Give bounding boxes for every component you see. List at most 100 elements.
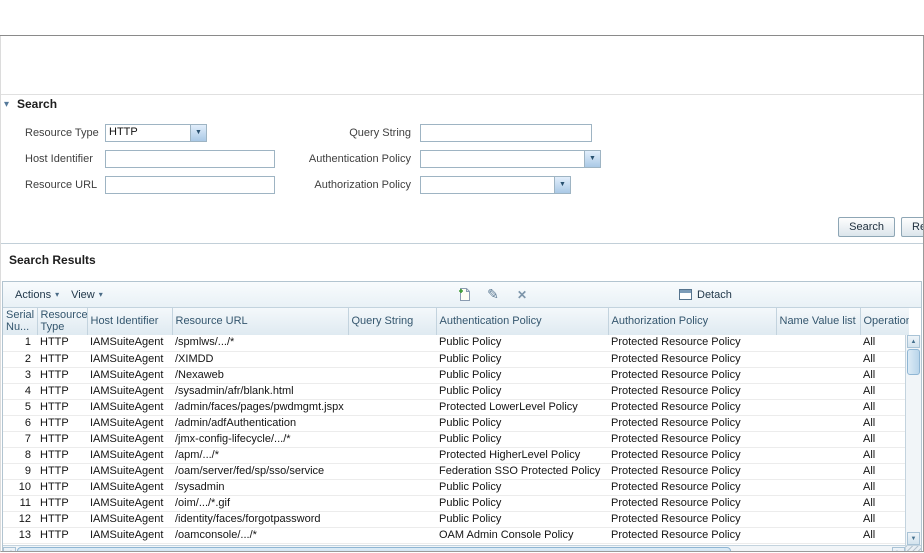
cell-host: IAMSuiteAgent xyxy=(87,367,172,384)
cell-query xyxy=(348,479,436,496)
authentication-policy-select[interactable]: ▼ xyxy=(420,149,601,168)
cell-nvl xyxy=(776,447,860,464)
cell-authn: Public Policy xyxy=(436,479,608,496)
column-header-5[interactable]: Authentication Policy xyxy=(436,308,609,335)
dropdown-arrow-icon[interactable]: ▼ xyxy=(554,176,570,193)
column-header-3[interactable]: Resource URL xyxy=(172,308,349,335)
cell-ops: All xyxy=(860,447,909,464)
cell-host: IAMSuiteAgent xyxy=(87,511,172,528)
cell-host: IAMSuiteAgent xyxy=(87,383,172,400)
cell-authn: Protected LowerLevel Policy xyxy=(436,399,608,416)
cell-authz: Protected Resource Policy xyxy=(608,431,776,448)
column-header-6[interactable]: Authorization Policy xyxy=(608,308,777,335)
cell-authz: Protected Resource Policy xyxy=(608,415,776,432)
cell-url: /Nexaweb xyxy=(172,367,348,384)
cell-host: IAMSuiteAgent xyxy=(87,463,172,480)
cell-type: HTTP xyxy=(37,383,87,400)
cell-authz: Protected Resource Policy xyxy=(608,479,776,496)
table-row[interactable]: 9 HTTP IAMSuiteAgent/oam/server/fed/sp/sso… xyxy=(3,463,909,480)
table-header-row: Serial Nu... Resource Type Host Identifier… xyxy=(3,308,909,335)
cell-url: /jmx-config-lifecycle/.../* xyxy=(172,431,348,448)
table-row[interactable]: 3 HTTP IAMSuiteAgent/Nexaweb Public Policy P… xyxy=(3,367,909,384)
column-header-2[interactable]: Host Identifier xyxy=(87,308,173,335)
table-row[interactable]: 1 HTTP IAMSuiteAgent/spmlws/.../* Public Po… xyxy=(3,335,909,352)
cell-authn: Public Policy xyxy=(436,511,608,528)
search-panel: ▾ Search Resource Type HTTP ▼ Host Ident… xyxy=(1,94,923,244)
cell-type: HTTP xyxy=(37,415,87,432)
table-row[interactable]: 10 HTTP IAMSuiteAgent/sysadmin Public Polic… xyxy=(3,479,909,496)
cell-url: /oim/.../*.gif xyxy=(172,495,348,512)
cell-host: IAMSuiteAgent xyxy=(87,479,172,496)
edit-button[interactable]: ✎ xyxy=(484,286,502,304)
horizontal-scrollbar-thumb[interactable] xyxy=(17,547,731,551)
cell-serial: 3 xyxy=(3,367,37,384)
cell-type: HTTP xyxy=(37,479,87,496)
delete-button[interactable]: ✕ xyxy=(513,286,531,304)
actions-menu[interactable]: Actions ▾ xyxy=(15,289,59,301)
vertical-scrollbar-thumb[interactable] xyxy=(907,349,920,375)
cell-host: IAMSuiteAgent xyxy=(87,335,172,352)
column-header-7[interactable]: Name Value list xyxy=(776,308,861,335)
cell-authn: Public Policy xyxy=(436,431,608,448)
scroll-right-icon[interactable]: ► xyxy=(892,547,905,551)
table-row[interactable]: 5 HTTP IAMSuiteAgent/admin/faces/pages/pwd… xyxy=(3,399,909,416)
cell-type: HTTP xyxy=(37,495,87,512)
cell-host: IAMSuiteAgent xyxy=(87,431,172,448)
cell-nvl xyxy=(776,463,860,480)
cell-serial: 12 xyxy=(3,511,37,528)
view-menu[interactable]: View ▾ xyxy=(71,289,103,301)
cell-type: HTTP xyxy=(37,511,87,528)
cell-url: /oamconsole/.../* xyxy=(172,527,348,544)
resize-gripper[interactable] xyxy=(905,545,921,551)
table-row[interactable]: 7 HTTP IAMSuiteAgent/jmx-config-lifecycle/… xyxy=(3,431,909,448)
column-header-1[interactable]: Resource Type xyxy=(37,308,88,335)
dropdown-arrow-icon[interactable]: ▼ xyxy=(584,150,600,167)
column-header-4[interactable]: Query String xyxy=(348,308,437,335)
dropdown-arrow-icon[interactable]: ▼ xyxy=(190,124,206,141)
table-row[interactable]: 12 HTTP IAMSuiteAgent/identity/faces/forgo… xyxy=(3,511,909,528)
query-string-input[interactable] xyxy=(420,123,592,142)
table-row[interactable]: 13 HTTP IAMSuiteAgent/oamconsole/.../* OAM … xyxy=(3,527,909,544)
table-row[interactable]: 4 HTTP IAMSuiteAgent/sysadmin/afr/blank.ht… xyxy=(3,383,909,400)
cell-nvl xyxy=(776,511,860,528)
resource-type-select[interactable]: HTTP ▼ xyxy=(105,123,207,142)
host-identifier-row: Host Identifier xyxy=(25,149,275,168)
cell-type: HTTP xyxy=(37,447,87,464)
cell-ops: All xyxy=(860,351,909,368)
search-panel-header[interactable]: ▾ Search xyxy=(1,95,923,113)
cell-ops: All xyxy=(860,415,909,432)
authentication-policy-label: Authentication Policy xyxy=(308,152,411,165)
search-buttons-row: Search Reset xyxy=(1,217,923,237)
cell-authz: Protected Resource Policy xyxy=(608,399,776,416)
detach-button[interactable]: Detach xyxy=(679,282,732,307)
host-identifier-label: Host Identifier xyxy=(25,152,93,165)
host-identifier-input[interactable] xyxy=(105,149,275,168)
cell-ops: All xyxy=(860,335,909,352)
horizontal-scrollbar[interactable]: ◄ ► xyxy=(3,545,905,551)
results-table-body: 1 HTTP IAMSuiteAgent/spmlws/.../* Public Po… xyxy=(3,335,909,544)
collapse-section-icon[interactable]: ▾ xyxy=(4,99,15,110)
reset-button[interactable]: Reset xyxy=(901,217,923,237)
vertical-scrollbar[interactable]: ▲ ▼ xyxy=(905,335,921,545)
create-button[interactable] xyxy=(455,286,473,304)
cell-nvl xyxy=(776,431,860,448)
delete-x-icon: ✕ xyxy=(516,287,528,302)
search-button[interactable]: Search xyxy=(838,217,895,237)
table-row[interactable]: 2 HTTP IAMSuiteAgent/XIMDD Public Policy Pro… xyxy=(3,351,909,368)
cell-ops: All xyxy=(860,431,909,448)
table-row[interactable]: 8 HTTP IAMSuiteAgent/apm/.../* Protected Hi… xyxy=(3,447,909,464)
column-header-0[interactable]: Serial Nu... xyxy=(3,308,38,335)
column-header-8[interactable]: Operations xyxy=(860,308,909,335)
cell-serial: 11 xyxy=(3,495,37,512)
scroll-left-icon[interactable]: ◄ xyxy=(3,547,16,551)
resource-url-input[interactable] xyxy=(105,175,275,194)
authorization-policy-select[interactable]: ▼ xyxy=(420,175,571,194)
table-row[interactable]: 6 HTTP IAMSuiteAgent/admin/adfAuthenticati… xyxy=(3,415,909,432)
scroll-down-icon[interactable]: ▼ xyxy=(907,532,920,545)
scroll-up-icon[interactable]: ▲ xyxy=(907,335,920,348)
cell-authn: Public Policy xyxy=(436,415,608,432)
toolbar-icon-group: ✎ ✕ xyxy=(455,282,531,307)
cell-authn: Public Policy xyxy=(436,351,608,368)
table-row[interactable]: 11 HTTP IAMSuiteAgent/oim/.../*.gif Public … xyxy=(3,495,909,512)
cell-serial: 8 xyxy=(3,447,37,464)
